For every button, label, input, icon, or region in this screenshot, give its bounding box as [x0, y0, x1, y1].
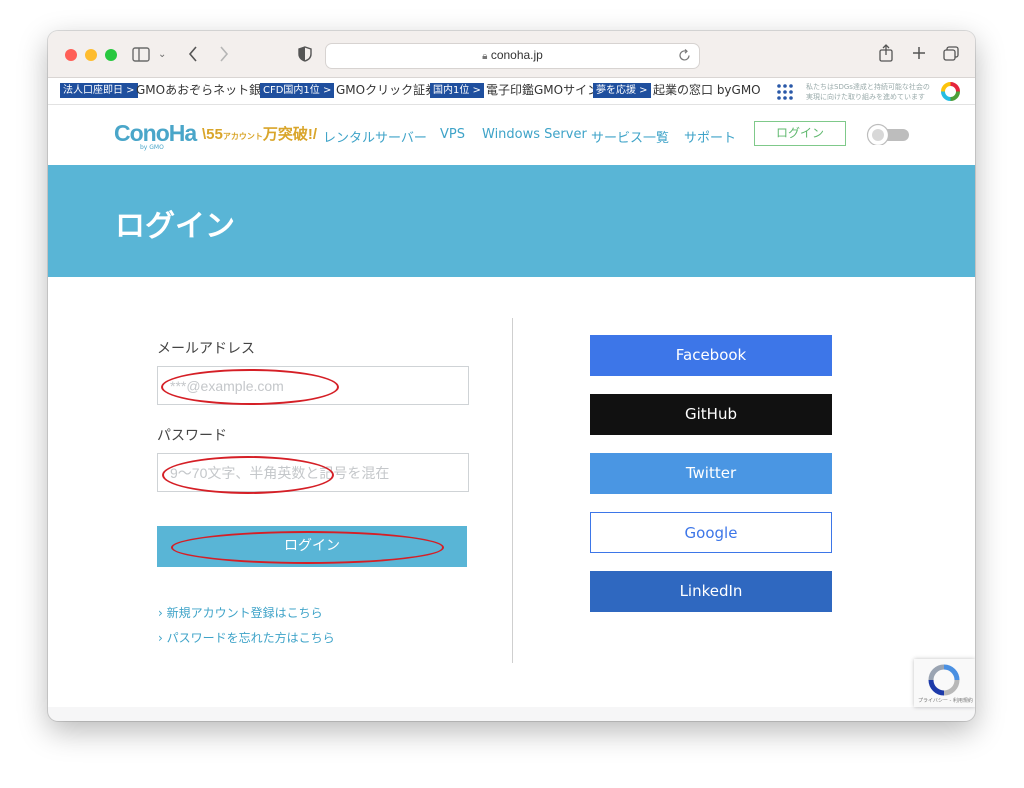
- recaptcha-icon: [928, 664, 960, 696]
- recaptcha-badge[interactable]: プライバシー - 利用規約: [914, 659, 975, 707]
- bookmark-tag[interactable]: CFD国内1位 >: [260, 83, 335, 98]
- nav-rental-server[interactable]: レンタルサーバー: [323, 127, 427, 146]
- laurel-icon: /: [312, 126, 318, 143]
- sdgs-wheel-icon: [941, 82, 960, 101]
- sdgs-message: 私たちはSDGs達成と持続可能な社会の 実現に向けた取り組みを進めています: [806, 83, 930, 101]
- logo-byline: by GMO: [140, 144, 164, 151]
- conoha-logo[interactable]: ConoHa: [114, 120, 197, 147]
- share-icon[interactable]: [879, 44, 893, 62]
- annotation-circle: [161, 369, 339, 405]
- chevron-right-icon: ›: [158, 606, 163, 620]
- forward-icon[interactable]: [219, 46, 229, 62]
- page-title: ログイン: [115, 209, 235, 244]
- bookmark-link[interactable]: 起業の窓口 byGMO: [653, 83, 761, 98]
- nav-vps[interactable]: VPS: [440, 127, 465, 142]
- header-login-button[interactable]: ログイン: [754, 121, 846, 146]
- lock-icon: 🔒︎: [482, 51, 488, 62]
- chevron-down-icon[interactable]: ⌄: [158, 46, 166, 64]
- google-login-button[interactable]: Google: [590, 512, 832, 553]
- gmo-group-bar: 法人口座即日 > GMOあおぞらネット銀行 CFD国内1位 > GMOクリック証…: [48, 78, 975, 105]
- annotation-circle: [162, 456, 334, 494]
- sidebar-toggle-icon[interactable]: [132, 47, 150, 62]
- browser-window: ⌄ 🔒︎ conoha.jp 法人口座即日 > GMOあおぞらネット銀行 CFD…: [48, 31, 975, 721]
- bookmark-link[interactable]: 電子印鑑GMOサイン: [486, 83, 599, 98]
- tab-overview-icon[interactable]: [943, 46, 959, 62]
- nav-services[interactable]: サービス一覧: [591, 127, 669, 146]
- back-icon[interactable]: [188, 46, 198, 62]
- accounts-badge: \55アカウント万突破!/: [202, 126, 318, 143]
- minimize-window-button[interactable]: [85, 49, 97, 61]
- bookmark-tag[interactable]: 国内1位 >: [430, 83, 484, 98]
- address-bar[interactable]: 🔒︎ conoha.jp: [325, 43, 700, 69]
- chevron-right-icon: ›: [158, 631, 163, 645]
- bookmark-tag[interactable]: 法人口座即日 >: [60, 83, 138, 98]
- annotation-circle: [171, 531, 444, 564]
- bookmark-tag[interactable]: 夢を応援 >: [593, 83, 651, 98]
- column-divider: [512, 318, 513, 663]
- reload-icon[interactable]: [679, 49, 691, 62]
- page-hero: ログイン: [48, 165, 975, 277]
- twitter-login-button[interactable]: Twitter: [590, 453, 832, 494]
- new-tab-icon[interactable]: [912, 46, 926, 60]
- site-header: ConoHa by GMO \55アカウント万突破!/ レンタルサーバー VPS…: [48, 105, 975, 165]
- register-link[interactable]: › 新規アカウント登録はこちら: [158, 604, 323, 621]
- facebook-login-button[interactable]: Facebook: [590, 335, 832, 376]
- github-login-button[interactable]: GitHub: [590, 394, 832, 435]
- url-text: conoha.jp: [490, 48, 543, 62]
- maximize-window-button[interactable]: [105, 49, 117, 61]
- email-label: メールアドレス: [157, 341, 255, 357]
- nav-support[interactable]: サポート: [684, 127, 736, 146]
- nav-windows-server[interactable]: Windows Server: [482, 127, 587, 142]
- forgot-password-link[interactable]: › パスワードを忘れた方はこちら: [158, 629, 335, 646]
- grid-menu-icon[interactable]: [777, 84, 793, 100]
- bookmark-link[interactable]: GMOクリック証券: [336, 83, 437, 98]
- password-label: パスワード: [157, 428, 227, 444]
- browser-toolbar: ⌄ 🔒︎ conoha.jp: [48, 31, 975, 78]
- close-window-button[interactable]: [65, 49, 77, 61]
- theme-toggle[interactable]: [866, 123, 910, 145]
- recaptcha-terms[interactable]: プライバシー - 利用規約: [918, 697, 973, 704]
- bookmark-link[interactable]: GMOあおぞらネット銀行: [136, 83, 273, 98]
- privacy-shield-icon[interactable]: [298, 46, 312, 62]
- linkedin-login-button[interactable]: LinkedIn: [590, 571, 832, 612]
